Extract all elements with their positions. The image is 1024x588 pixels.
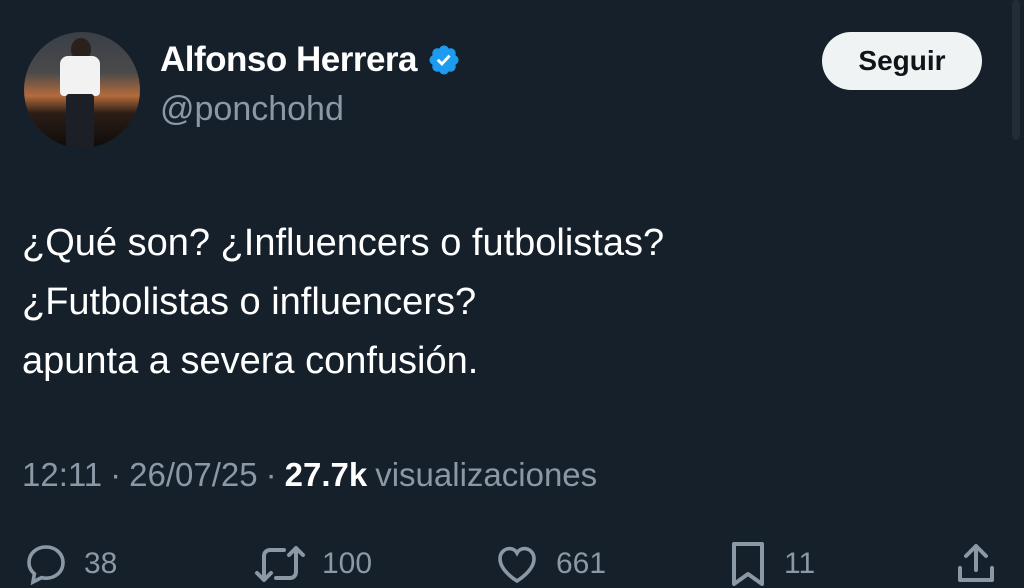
verified-badge-icon <box>429 45 459 75</box>
meta-separator: · <box>265 456 277 493</box>
author-display-name[interactable]: Alfonso Herrera <box>160 40 418 80</box>
avatar-figure-body <box>60 56 100 96</box>
bookmark-button[interactable]: 11 <box>726 540 815 588</box>
avatar[interactable] <box>24 32 140 148</box>
repost-button[interactable]: 100 <box>252 540 372 588</box>
views-count: 27.7k <box>284 456 368 493</box>
tweet-text: ¿Qué son? ¿Influencers o futbolistas? ¿F… <box>22 214 664 391</box>
tweet-time[interactable]: 12:11 <box>22 456 102 494</box>
scrollbar[interactable] <box>1012 0 1020 140</box>
repost-icon <box>255 546 305 582</box>
avatar-figure-legs <box>66 94 94 148</box>
reply-icon <box>27 545 65 586</box>
share-button[interactable] <box>952 540 1000 588</box>
views-label: visualizaciones <box>375 456 598 493</box>
repost-count: 100 <box>322 547 373 580</box>
reply-count: 38 <box>84 547 118 580</box>
reply-button[interactable]: 38 <box>22 540 117 588</box>
heart-icon <box>498 546 536 584</box>
bookmark-icon <box>732 542 764 586</box>
tweet-date[interactable]: 26/07/25 <box>129 456 257 494</box>
tweet-line: ¿Qué son? ¿Influencers o futbolistas? <box>22 222 665 264</box>
tweet-line: ¿Futbolistas o influencers? <box>22 281 477 323</box>
author-handle[interactable]: @ponchohd <box>160 90 344 129</box>
follow-button[interactable]: Seguir <box>822 32 982 90</box>
share-icon <box>958 544 994 582</box>
meta-separator: · <box>110 456 122 493</box>
tweet-line: apunta a severa confusión. <box>22 340 479 382</box>
tweet-meta: 12:11 · 26/07/25 · 27.7k visualizaciones <box>22 456 597 494</box>
like-button[interactable]: 661 <box>492 540 606 588</box>
tweet-actions: 38 100 661 11 <box>0 536 1024 586</box>
like-count: 661 <box>556 547 607 580</box>
author-name-row: Alfonso Herrera <box>160 40 461 80</box>
bookmark-count: 11 <box>784 547 816 580</box>
